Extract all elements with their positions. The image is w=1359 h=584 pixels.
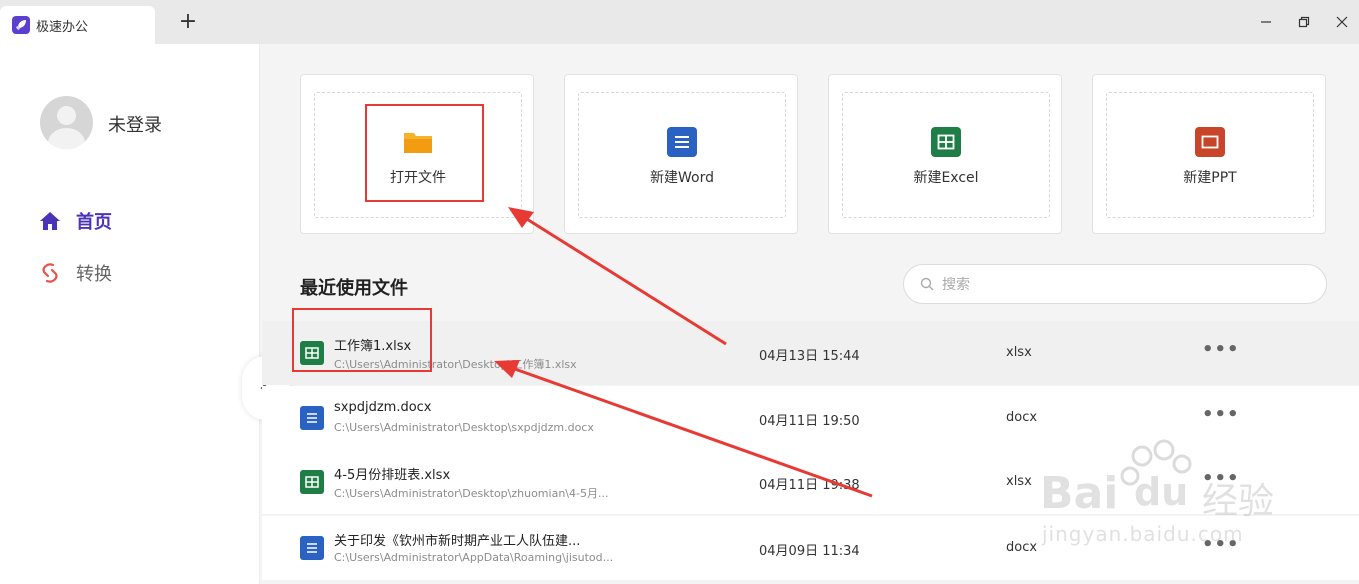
word-icon	[667, 127, 697, 157]
ppt-icon	[1195, 127, 1225, 157]
rocket-logo-icon	[12, 16, 30, 34]
baidu-watermark: Bai du 经验 jingyan.baidu.com	[1030, 430, 1320, 560]
file-date: 04月11日 19:38	[759, 478, 860, 493]
sidebar-item-label: 转换	[76, 264, 112, 285]
convert-icon	[38, 261, 62, 285]
file-type: xlsx	[1006, 345, 1032, 360]
open-file-highlight-box	[365, 104, 484, 202]
close-icon[interactable]	[1332, 12, 1352, 32]
new-tab-button[interactable]: +	[176, 10, 200, 34]
app-tab[interactable]: 极速办公	[0, 6, 155, 44]
watermark-url: jingyan.baidu.com	[1042, 522, 1244, 546]
card-label: 新建Excel	[913, 170, 979, 186]
excel-icon	[931, 127, 961, 157]
search-icon	[920, 277, 934, 291]
watermark-brand-du: du	[1134, 470, 1189, 514]
word-file-icon	[300, 406, 324, 430]
card-label: 新建PPT	[1183, 170, 1237, 186]
file-name: 4-5月份排班表.xlsx	[334, 468, 451, 483]
new-excel-card[interactable]: 新建Excel	[828, 74, 1062, 234]
more-options-icon[interactable]: •••	[1202, 404, 1240, 425]
excel-file-icon	[300, 470, 324, 494]
sidebar-item-convert[interactable]: 转换	[38, 260, 112, 286]
file-date: 04月13日 15:44	[759, 349, 860, 364]
card-inner: 新建Excel	[842, 92, 1050, 218]
search-placeholder: 搜索	[942, 277, 970, 293]
file-path: C:\Users\Administrator\Desktop\sxpdjdzm.…	[334, 421, 594, 434]
file-name: sxpdjdzm.docx	[334, 400, 432, 415]
new-word-card[interactable]: 新建Word	[564, 74, 798, 234]
recent-files-title: 最近使用文件	[300, 278, 408, 299]
minimize-icon[interactable]	[1256, 12, 1276, 32]
file-date: 04月09日 11:34	[759, 544, 860, 559]
card-inner: 新建Word	[578, 92, 786, 218]
sidebar-item-home[interactable]: 首页	[38, 208, 112, 234]
file-path: C:\Users\Administrator\Desktop\zhuomian\…	[334, 487, 609, 500]
file-type: docx	[1006, 410, 1038, 425]
restore-icon[interactable]	[1294, 12, 1314, 32]
file-date: 04月11日 19:50	[759, 414, 860, 429]
more-options-icon[interactable]: •••	[1202, 339, 1240, 360]
watermark-brand-latin: Bai	[1040, 468, 1119, 519]
avatar-body-icon	[48, 128, 85, 149]
word-file-icon	[300, 536, 324, 560]
watermark-brand-cn: 经验	[1202, 481, 1275, 522]
user-name[interactable]: 未登录	[108, 111, 162, 137]
avatar-head-icon	[57, 106, 76, 125]
search-input[interactable]: 搜索	[903, 264, 1327, 304]
sidebar-item-label: 首页	[76, 212, 112, 233]
card-label: 新建Word	[650, 170, 714, 186]
avatar[interactable]	[40, 96, 93, 149]
file-type: xlsx	[1006, 474, 1032, 489]
home-icon	[38, 209, 62, 233]
new-ppt-card[interactable]: 新建PPT	[1092, 74, 1326, 234]
sidebar: 未登录 首页 转换	[0, 44, 260, 584]
title-bar: 极速办公 +	[0, 0, 1359, 44]
file-name: 关于印发《钦州市新时期产业工人队伍建...	[334, 534, 581, 549]
recent-file-highlight-box	[292, 308, 432, 372]
card-inner: 新建PPT	[1106, 92, 1314, 218]
tab-title: 极速办公	[36, 19, 89, 35]
file-path: C:\Users\Administrator\AppData\Roaming\j…	[334, 551, 614, 564]
